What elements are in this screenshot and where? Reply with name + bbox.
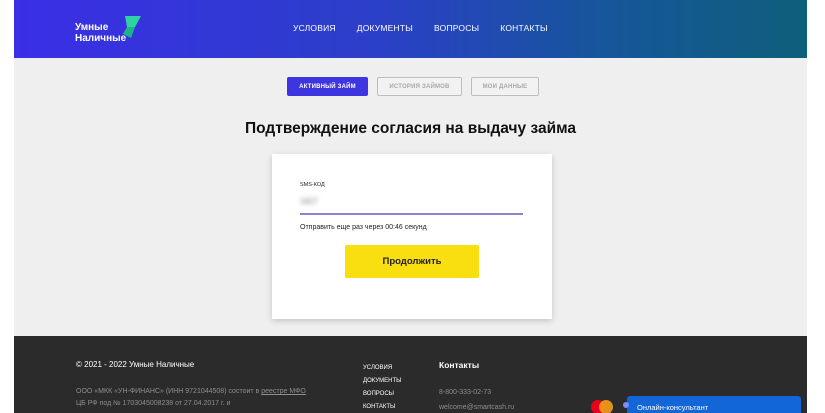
footer-link-documents[interactable]: ДОКУМЕНТЫ — [363, 375, 401, 388]
footer-link-contacts[interactable]: КОНТАКТЫ — [363, 401, 401, 413]
main-content: АКТИВНЫЙ ЗАЙМ ИСТОРИЯ ЗАЙМОВ МОИ ДАННЫЕ … — [14, 58, 807, 336]
nav-link-questions[interactable]: ВОПРОСЫ — [434, 23, 479, 33]
footer-contacts: 8-800-333-02-73 welcome@smartcash.ru — [439, 385, 514, 413]
browser-page: Умные Наличные УСЛОВИЯ ДОКУМЕНТЫ ВОПРОСЫ… — [14, 0, 807, 413]
mfo-registry-link[interactable]: реестре МФО — [261, 388, 306, 395]
legal-line-2: ЦБ РФ под № 1703045008238 от 27.04.2017 … — [76, 400, 231, 407]
footer-legal-text: ООО «МКК «УН-ФИНАНС» (ИНН 9721044508) со… — [76, 386, 306, 410]
nav-link-contacts[interactable]: КОНТАКТЫ — [500, 23, 547, 33]
site-header: Умные Наличные УСЛОВИЯ ДОКУМЕНТЫ ВОПРОСЫ… — [14, 0, 807, 58]
footer-link-conditions[interactable]: УСЛОВИЯ — [363, 362, 401, 375]
nav-link-conditions[interactable]: УСЛОВИЯ — [293, 23, 336, 33]
footer-nav: УСЛОВИЯ ДОКУМЕНТЫ ВОПРОСЫ КОНТАКТЫ — [363, 362, 401, 413]
sms-code-label: SMS-КОД — [300, 182, 325, 188]
tab-active-loan[interactable]: АКТИВНЫЙ ЗАЙМ — [287, 77, 368, 96]
site-footer: © 2021 - 2022 Умные Наличные ООО «МКК «У… — [14, 336, 807, 413]
footer-link-questions[interactable]: ВОПРОСЫ — [363, 388, 401, 401]
logo-text: Умные Наличные — [75, 22, 126, 44]
footer-phone[interactable]: 8-800-333-02-73 — [439, 385, 514, 400]
online-consultant-button[interactable]: Онлайн-консультант — [623, 396, 801, 413]
tab-my-data[interactable]: МОИ ДАННЫЕ — [471, 77, 539, 96]
footer-copyright: © 2021 - 2022 Умные Наличные — [76, 360, 195, 369]
chat-status-icon — [623, 402, 629, 408]
logo-mark-icon — [123, 16, 141, 38]
continue-button[interactable]: Продолжить — [345, 245, 479, 278]
confirmation-card: SMS-КОД 1627 Отправить еще раз через 00:… — [272, 154, 552, 319]
tab-loan-history[interactable]: ИСТОРИЯ ЗАЙМОВ — [377, 77, 462, 96]
sms-code-underline — [300, 213, 523, 215]
resend-timer-text: Отправить еще раз через 00:46 секунд — [300, 224, 427, 231]
footer-email[interactable]: welcome@smartcash.ru — [439, 400, 514, 413]
legal-line-1-text: ООО «МКК «УН-ФИНАНС» (ИНН 9721044508) со… — [76, 388, 262, 395]
logo-line-2: Наличные — [75, 33, 127, 44]
mastercard-icon — [591, 400, 613, 413]
legal-line-1: ООО «МКК «УН-ФИНАНС» (ИНН 9721044508) со… — [76, 386, 306, 398]
footer-contacts-title: Контакты — [439, 360, 480, 370]
logo-line-1: Умные — [75, 22, 109, 33]
chat-label: Онлайн-консультант — [637, 403, 709, 412]
site-logo[interactable]: Умные Наличные — [75, 16, 145, 50]
main-nav: УСЛОВИЯ ДОКУМЕНТЫ ВОПРОСЫ КОНТАКТЫ — [293, 23, 548, 33]
nav-link-documents[interactable]: ДОКУМЕНТЫ — [357, 23, 413, 33]
page-title: Подтверждение согласия на выдачу займа — [244, 120, 577, 137]
account-tabs: АКТИВНЫЙ ЗАЙМ ИСТОРИЯ ЗАЙМОВ МОИ ДАННЫЕ — [287, 77, 539, 96]
sms-code-input[interactable]: 1627 — [300, 197, 318, 206]
